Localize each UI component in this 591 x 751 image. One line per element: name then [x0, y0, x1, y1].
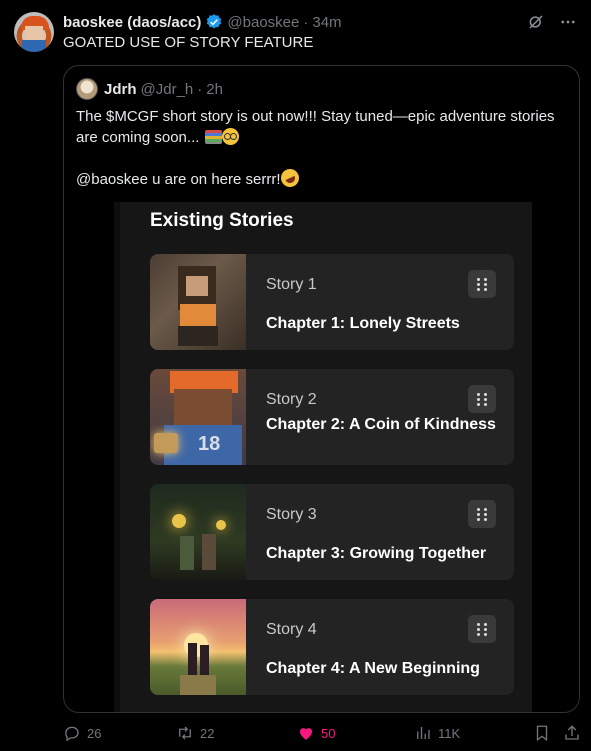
story-label-3: Story 3 — [266, 506, 317, 523]
quoted-tweet[interactable]: Jdrh @Jdr_h · 2h The $MCGF short story i… — [63, 65, 580, 713]
views-icon — [417, 727, 430, 739]
reply-count: 26 — [87, 725, 102, 741]
story-label-1: Story 1 — [266, 276, 317, 293]
share-button[interactable] — [563, 724, 581, 742]
thumb-lantern — [172, 514, 186, 528]
story-thumbnail-4 — [150, 599, 246, 695]
author-handle[interactable]: @baoskee — [227, 14, 299, 31]
thumb-path — [180, 675, 216, 695]
quote-separator-dot: · — [197, 80, 203, 98]
reply-button[interactable]: 26 — [63, 724, 101, 742]
author-name[interactable]: baoskee (daos/acc) — [63, 14, 201, 31]
story-label-2: Story 2 — [266, 391, 317, 408]
story-chapter-1: Chapter 1: Lonely Streets — [266, 315, 460, 332]
avatar-face — [25, 26, 43, 40]
bookmark-icon — [536, 725, 548, 742]
story-chapter-4: Chapter 4: A New Beginning — [266, 660, 480, 677]
repost-count: 22 — [200, 725, 215, 741]
author-avatar[interactable] — [14, 12, 54, 52]
story-card-3: Story 3 Chapter 3: Growing Together — [150, 484, 514, 580]
thumb-glowing-cup — [154, 433, 178, 453]
drag-handle-icon — [468, 500, 496, 528]
rofl-emoji-icon — [277, 166, 302, 190]
thumb-figure-face — [174, 389, 232, 427]
story-thumbnail-2: 18 — [150, 369, 246, 465]
like-icon — [300, 728, 312, 740]
thumb-figure-face — [186, 276, 208, 296]
quote-author-name[interactable]: Jdrh — [104, 81, 137, 98]
repost-icon — [179, 726, 191, 740]
thumb-figure — [202, 534, 216, 570]
bookmark-button[interactable] — [533, 724, 551, 742]
story-card-4: Story 4 Chapter 4: A New Beginning — [150, 599, 514, 695]
tweet-text: GOATED USE OF STORY FEATURE — [63, 34, 314, 51]
thumb-figure-shirt — [180, 304, 216, 326]
repost-button[interactable]: 22 — [176, 724, 214, 742]
tweet-time[interactable]: 34m — [312, 14, 341, 31]
story-chapter-3: Chapter 3: Growing Together — [266, 545, 487, 562]
story-chapter-2: Chapter 2: A Coin of Kindness — [266, 416, 496, 433]
avatar-shirt — [22, 40, 46, 52]
quote-text: The $MCGF short story is out now!!! Stay… — [76, 106, 571, 211]
jersey-number: 18 — [198, 433, 221, 455]
quote-media-image[interactable]: Existing Stories Story 1 Chapter 1: Lone… — [114, 202, 532, 712]
thumb-figure — [188, 643, 197, 679]
more-icon[interactable] — [559, 13, 577, 31]
verified-badge-icon — [207, 14, 222, 29]
thumb-lantern — [216, 520, 226, 530]
views-count: 11K — [438, 725, 461, 741]
like-count: 50 — [321, 725, 336, 741]
views-button[interactable]: 11K — [414, 724, 460, 742]
quote-avatar[interactable] — [76, 78, 98, 100]
story-label-4: Story 4 — [266, 621, 317, 638]
drag-handle-icon — [468, 385, 496, 413]
tweet-header: baoskee (daos/acc) @baoskee · 34m — [63, 12, 577, 32]
tweet-action-bar: 26 22 50 11K — [63, 724, 583, 746]
like-button[interactable]: 50 — [297, 724, 335, 742]
story-card-1: Story 1 Chapter 1: Lonely Streets — [150, 254, 514, 350]
drag-handle-icon — [468, 270, 496, 298]
story-thumbnail-1 — [150, 254, 246, 350]
drag-handle-icon — [468, 615, 496, 643]
quote-line-2: @baoskee u are on here serrr! — [76, 171, 281, 188]
separator-dot: · — [303, 13, 309, 31]
share-icon — [565, 725, 579, 740]
media-title: Existing Stories — [150, 210, 294, 231]
thumb-figure — [200, 645, 209, 679]
quote-author-handle[interactable]: @Jdr_h — [141, 81, 194, 98]
story-thumbnail-3 — [150, 484, 246, 580]
grok-icon[interactable] — [527, 13, 545, 31]
quote-time[interactable]: 2h — [206, 81, 223, 98]
reply-icon — [65, 726, 79, 742]
quote-header: Jdrh @Jdr_h · 2h — [76, 78, 223, 100]
story-card-2: 18 Story 2 Chapter 2: A Coin of Kindness — [150, 369, 514, 465]
thumb-figure-legs — [178, 326, 218, 346]
nerd-face-emoji-icon — [222, 128, 240, 145]
header-actions — [527, 13, 577, 31]
thumb-figure — [180, 536, 194, 570]
quote-line-1: The $MCGF short story is out now!!! Stay… — [76, 108, 555, 146]
books-emoji-icon — [205, 130, 223, 144]
